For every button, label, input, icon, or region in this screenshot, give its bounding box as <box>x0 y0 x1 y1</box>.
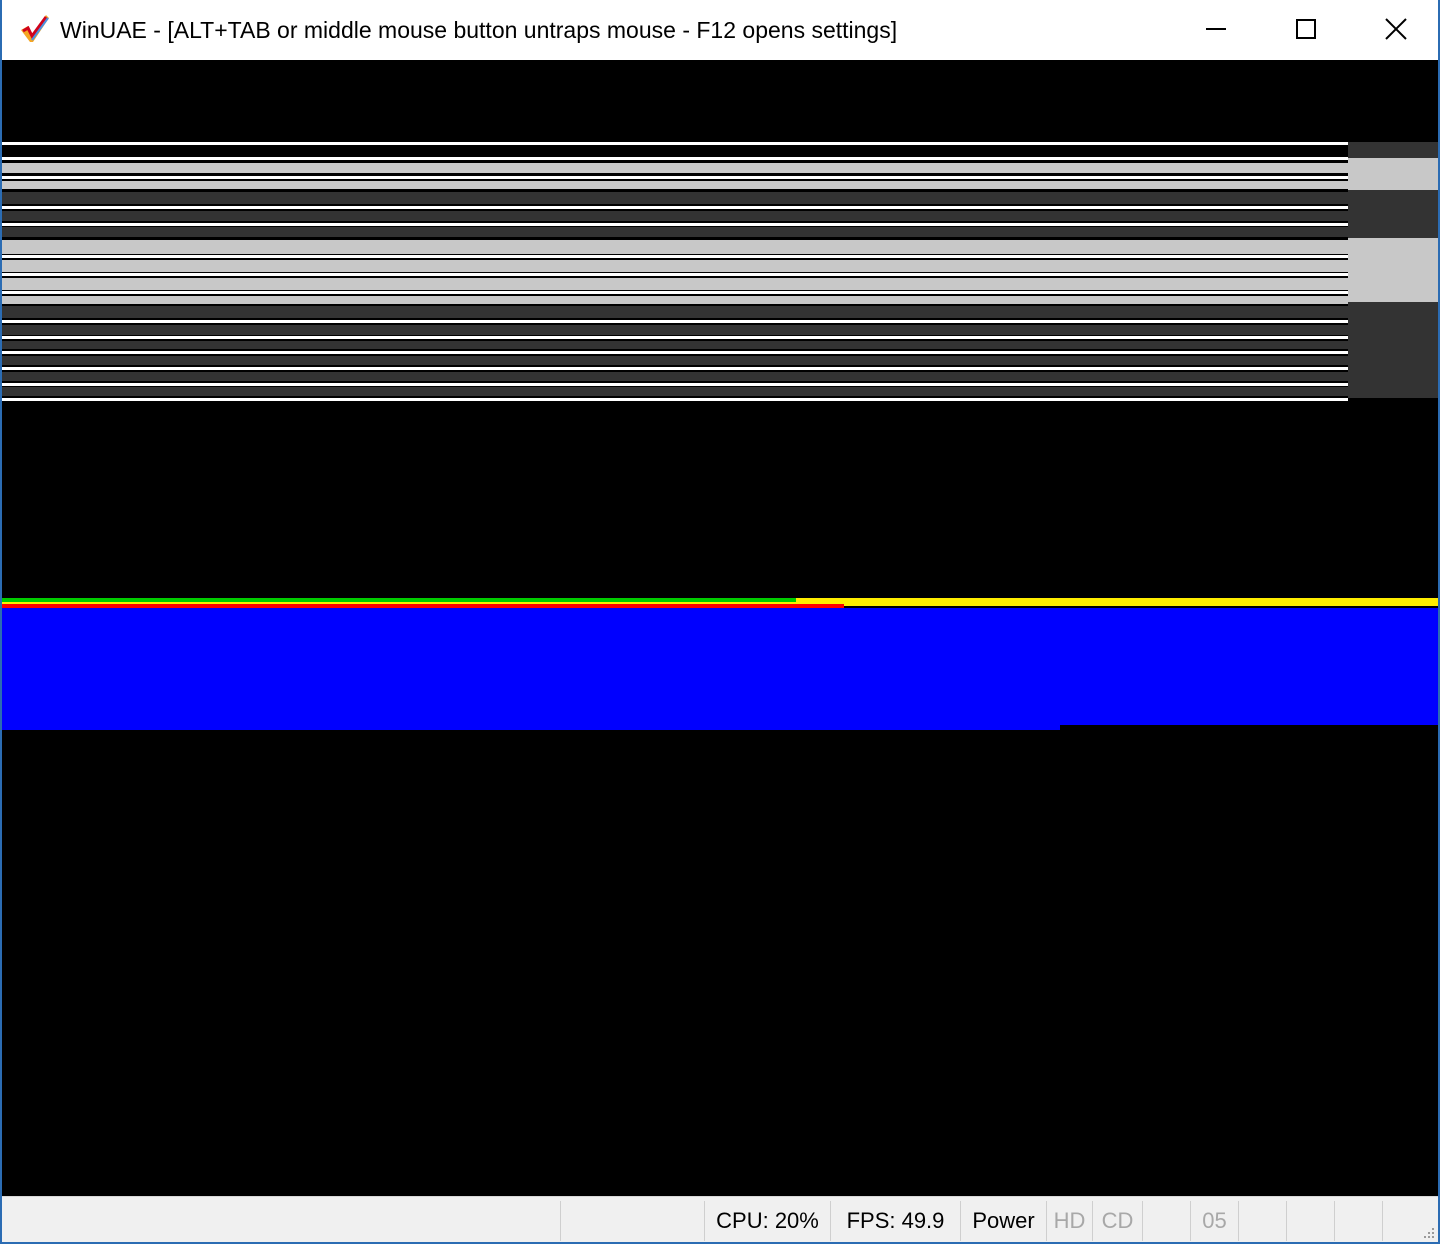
bar-white <box>2 336 1348 339</box>
bar-dark <box>2 387 1348 396</box>
cpu-indicator: CPU: 20% <box>704 1201 830 1241</box>
title-bar[interactable]: WinUAE - [ALT+TAB or middle mouse button… <box>2 0 1438 60</box>
bar-dark <box>2 341 1348 349</box>
resize-grip-icon[interactable] <box>1420 1224 1436 1240</box>
blue-band-tail <box>2 725 1060 730</box>
minimize-icon <box>1206 28 1226 30</box>
fps-indicator: FPS: 49.9 <box>830 1201 960 1241</box>
status-cell-empty <box>1334 1201 1382 1241</box>
bar-white <box>2 320 1348 323</box>
status-bar: CPU: 20% FPS: 49.9 Power HD CD 05 <box>2 1196 1438 1242</box>
side-block-light <box>1348 158 1438 190</box>
drive-track-indicator: 05 <box>1190 1201 1238 1241</box>
bar-white <box>2 398 1348 401</box>
bar-dark <box>2 227 1348 237</box>
bar-dark <box>2 356 1348 365</box>
status-cell-empty <box>1142 1201 1190 1241</box>
side-block-dark <box>1348 142 1438 158</box>
bar-dark <box>2 211 1348 221</box>
close-button[interactable] <box>1350 0 1438 58</box>
bar-white <box>2 157 1348 160</box>
side-block-dark <box>1348 190 1438 238</box>
checkmark-icon <box>21 15 49 42</box>
bar-dark <box>2 306 1348 318</box>
bar-light <box>2 163 1348 173</box>
bar-white <box>2 291 1348 294</box>
copper-line-yellow <box>796 598 1438 606</box>
bar-white <box>2 367 1348 370</box>
bar-white <box>2 206 1348 209</box>
bar-dark <box>2 192 1348 204</box>
blue-band <box>2 608 1438 725</box>
emulator-display[interactable] <box>2 60 1438 1196</box>
side-block-dark <box>1348 302 1438 398</box>
bar-white <box>2 351 1348 354</box>
bar-dark <box>2 325 1348 335</box>
maximize-button[interactable] <box>1260 0 1352 58</box>
bar-white <box>2 273 1348 276</box>
bar-white <box>2 176 1348 179</box>
bar-light <box>2 278 1348 290</box>
power-led: Power <box>960 1201 1046 1241</box>
bar-light <box>2 181 1348 189</box>
bar-light <box>2 296 1348 304</box>
maximize-icon <box>1296 19 1316 39</box>
close-icon <box>1385 18 1407 40</box>
status-cell-empty <box>1286 1201 1334 1241</box>
winuae-window: WinUAE - [ALT+TAB or middle mouse button… <box>0 0 1440 1244</box>
status-cell-empty <box>560 1201 704 1241</box>
bar-dark <box>2 372 1348 381</box>
hd-led: HD <box>1046 1201 1092 1241</box>
bar-white <box>2 142 1348 145</box>
bar-light <box>2 260 1348 272</box>
status-cell-empty <box>1238 1201 1286 1241</box>
bar-white <box>2 255 1348 258</box>
bar-white <box>2 383 1348 386</box>
side-block-light <box>1348 238 1438 302</box>
bar-light <box>2 240 1348 254</box>
striped-bar-region <box>2 142 1348 404</box>
minimize-button[interactable] <box>1170 0 1262 58</box>
bar-white <box>2 223 1348 226</box>
cd-led: CD <box>1092 1201 1142 1241</box>
window-title: WinUAE - [ALT+TAB or middle mouse button… <box>60 17 898 43</box>
